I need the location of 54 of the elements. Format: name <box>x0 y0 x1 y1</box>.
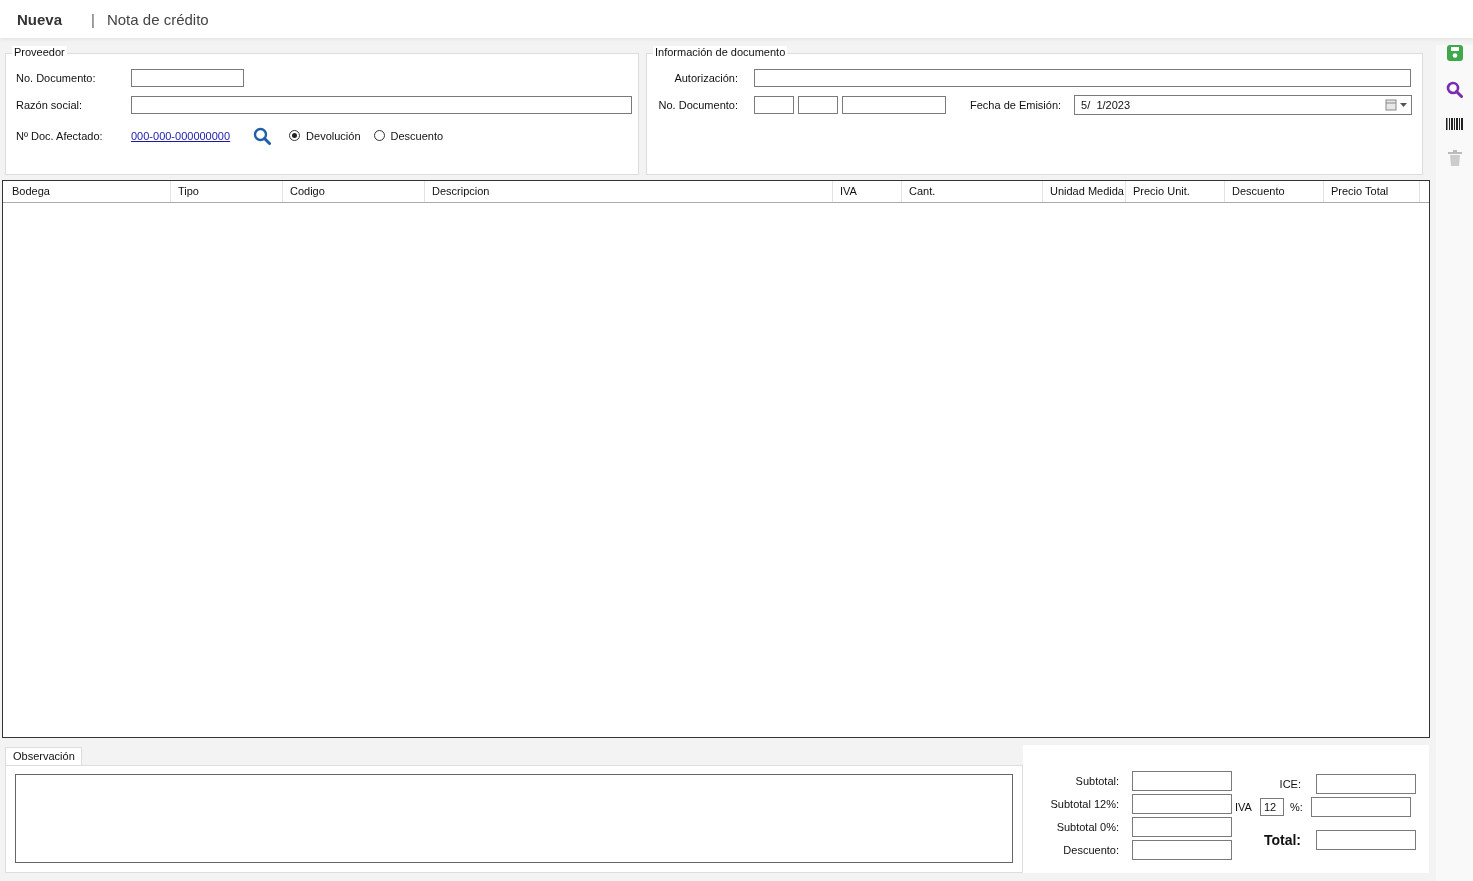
field-label: Fecha de Emisión: <box>970 98 1062 111</box>
save-icon[interactable] <box>1446 45 1463 61</box>
date-picker[interactable]: 5/ 1/2023 <box>1074 94 1413 115</box>
iva-rate-field[interactable]: 12 <box>1259 797 1284 816</box>
text-field[interactable] <box>842 95 946 114</box>
search-icon[interactable] <box>1446 81 1463 98</box>
column-header[interactable]: Codigo <box>283 181 425 202</box>
calendar-dropdown-icon[interactable] <box>1385 98 1410 111</box>
column-header[interactable]: Descuento <box>1225 181 1324 202</box>
total-label: IVA <box>1235 800 1252 813</box>
total-label: Total: <box>1262 831 1302 848</box>
amount-field[interactable] <box>1132 839 1232 860</box>
column-header[interactable]: Precio Total <box>1324 181 1420 202</box>
observation-field[interactable] <box>15 774 1013 863</box>
total-label: Descuento: <box>1062 843 1120 856</box>
amount-field[interactable] <box>1132 770 1232 791</box>
document-link[interactable]: 000-000-000000000 <box>131 129 231 142</box>
group-legend: Proveedor <box>12 46 67 58</box>
radio-option[interactable]: Devolución <box>289 129 361 142</box>
column-header[interactable]: Cant. <box>902 181 1043 202</box>
total-label: Subtotal 12%: <box>1049 797 1120 810</box>
amount-field[interactable] <box>1316 829 1416 850</box>
amount-field[interactable] <box>1316 773 1416 794</box>
form-subtitle: Nota de crédito <box>106 10 209 28</box>
barcode-icon[interactable] <box>1446 118 1463 130</box>
column-header[interactable]: Descripcion <box>425 181 833 202</box>
field-label: Nº Doc. Afectado: <box>16 129 104 142</box>
column-header[interactable]: Unidad Medida <box>1043 181 1126 202</box>
text-field[interactable] <box>754 95 794 114</box>
amount-field[interactable] <box>1310 796 1411 817</box>
column-header[interactable]: Precio Unit. <box>1126 181 1225 202</box>
field-label: No. Documento: <box>657 98 739 111</box>
field-label: Autorización: <box>673 71 739 84</box>
amount-field[interactable] <box>1132 816 1232 837</box>
text-field[interactable] <box>131 68 244 87</box>
field-label: Razón social: <box>16 98 84 111</box>
observation-tab[interactable]: Observación <box>5 747 82 765</box>
amount-field[interactable] <box>1132 793 1232 814</box>
field-label: No. Documento: <box>16 71 97 84</box>
column-header[interactable]: Bodega <box>3 181 171 202</box>
radio-option[interactable]: Descuento <box>373 129 444 142</box>
title-separator: | <box>91 10 95 28</box>
column-header[interactable]: Tipo <box>171 181 283 202</box>
total-label: Subtotal: <box>1074 774 1120 787</box>
total-label: Subtotal 0%: <box>1055 820 1120 833</box>
form-title: Nueva <box>17 10 63 28</box>
text-field[interactable] <box>798 95 838 114</box>
total-label: ICE: <box>1278 777 1302 790</box>
total-label: %: <box>1289 800 1303 813</box>
search-icon[interactable] <box>253 126 272 145</box>
column-header[interactable]: IVA <box>833 181 902 202</box>
text-field[interactable] <box>754 68 1411 87</box>
group-legend: Información de documento <box>653 46 788 58</box>
text-field[interactable] <box>131 95 632 114</box>
